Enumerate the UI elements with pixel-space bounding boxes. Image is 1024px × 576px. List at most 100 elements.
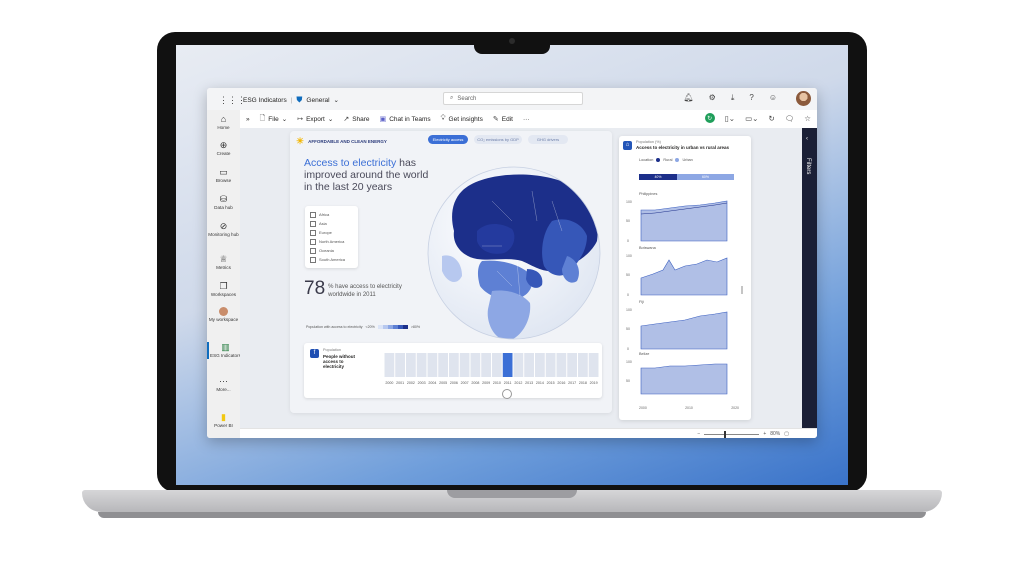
- year-label: 2016: [557, 381, 565, 385]
- year-bar: [481, 353, 491, 377]
- year-bar-chart[interactable]: 2000 2001 2002 2003 2004 2005 2006 2007 2008 2009…: [384, 351, 599, 389]
- workspace-name[interactable]: ESG Indicators: [243, 97, 287, 104]
- star-icon[interactable]: ☆: [804, 114, 811, 123]
- search-icon: ⌕: [450, 95, 454, 101]
- country-chart-philippines[interactable]: Philippines 100 50 0: [625, 192, 739, 246]
- bookmark-icon[interactable]: ▯⌄: [725, 114, 735, 123]
- region-option[interactable]: South America: [310, 255, 353, 264]
- year-bar: [545, 353, 556, 377]
- zoom-thumb[interactable]: [724, 430, 727, 438]
- help-icon[interactable]: ?: [749, 93, 753, 103]
- laptop-feet: [98, 512, 926, 518]
- nav-label: Workspaces: [210, 292, 237, 297]
- channel-name[interactable]: General: [306, 97, 329, 104]
- tab-electricity-access[interactable]: Electricity access: [428, 135, 468, 144]
- top-bar: ⋮⋮⋮ ESG Indicators | ⛊ General ⌄ ⌕ Searc…: [207, 88, 817, 111]
- export-menu[interactable]: ↦ Export ⌄: [297, 115, 333, 124]
- y-tick: 100: [626, 308, 632, 312]
- year-bar: [427, 353, 438, 377]
- zoom-in-icon[interactable]: +: [763, 431, 766, 437]
- zoom-out-icon[interactable]: −: [697, 431, 700, 437]
- scrollbar[interactable]: [741, 286, 743, 294]
- region-option[interactable]: Asia: [310, 219, 353, 228]
- search-input[interactable]: ⌕ Search: [443, 92, 583, 105]
- checkbox-icon: [310, 220, 316, 227]
- chevron-down-icon[interactable]: ⌄: [334, 96, 339, 104]
- nav-label: Monitoring hub: [208, 232, 239, 237]
- y-tick: 100: [626, 254, 632, 258]
- feedback-icon[interactable]: ☺: [769, 93, 777, 103]
- nav-monitoring-hub[interactable]: ⊘ Monitoring hub: [207, 221, 240, 238]
- file-menu[interactable]: 🗋︎ File ⌄: [260, 114, 288, 125]
- country-chart-fiji[interactable]: Fiji 100 50 0: [625, 300, 739, 354]
- get-insights-button[interactable]: 💡︎ Get insights: [441, 115, 483, 123]
- globe-map[interactable]: [422, 161, 607, 346]
- bell-icon[interactable]: 🔔︎: [684, 93, 694, 103]
- filters-pane[interactable]: ‹ Filters: [802, 128, 817, 428]
- laptop-base-notch: [447, 490, 577, 498]
- year-bar: [524, 353, 534, 377]
- edit-label: Edit: [501, 115, 513, 123]
- download-icon[interactable]: ⤓: [731, 93, 735, 103]
- edit-button[interactable]: ✎ Edit: [493, 115, 513, 124]
- headline-highlight: Access to electricity: [304, 157, 397, 169]
- year-label: 2004: [428, 381, 436, 385]
- region-option[interactable]: Oceania: [310, 246, 353, 255]
- y-tick: 0: [627, 347, 629, 351]
- nav-home[interactable]: ⌂ Home: [207, 114, 240, 131]
- view-icon[interactable]: ▭⌄: [745, 114, 758, 123]
- nav-esg-indicators[interactable]: ▥ ESG Indicators: [207, 342, 242, 359]
- people-without-access-card: f Population People without access to el…: [304, 343, 602, 399]
- more-options-button[interactable]: ···: [523, 116, 530, 123]
- y-tick: 0: [627, 239, 629, 243]
- share-button[interactable]: ↗ Share: [343, 115, 369, 124]
- region-option[interactable]: Europe: [310, 228, 353, 237]
- region-option[interactable]: North America: [310, 237, 353, 246]
- zoom-slider[interactable]: [704, 430, 760, 438]
- gear-icon[interactable]: ⚙: [709, 93, 716, 103]
- nav-my-workspace[interactable]: My workspace: [207, 307, 240, 323]
- nav-powerbi[interactable]: ▮ Power BI: [207, 412, 240, 429]
- area-chart: 100 50 0: [626, 308, 728, 351]
- y-tick: 50: [626, 327, 630, 331]
- nav-create[interactable]: ⊕ Create: [207, 140, 240, 157]
- region-label: North America: [319, 239, 345, 244]
- country-chart-belize[interactable]: Belize 100 50: [625, 352, 739, 406]
- refresh-icon[interactable]: ↻: [704, 113, 715, 123]
- zoom-control: − + 80% ▢: [697, 430, 789, 438]
- chat-in-teams-button[interactable]: ▣ Chat in Teams: [380, 115, 431, 124]
- card-title: People without access to electricity: [323, 354, 355, 369]
- export-label: Export: [306, 115, 325, 123]
- year-bar: [459, 353, 470, 377]
- year-label: 2000: [385, 381, 393, 385]
- nav-browse[interactable]: ▭ Browse: [207, 167, 240, 184]
- nav-metrics[interactable]: ♕ Metrics: [207, 254, 240, 271]
- tab-co2-emissions[interactable]: CO₂ emissions by GDP: [474, 135, 522, 144]
- region-option[interactable]: Africa: [310, 210, 353, 219]
- home-icon: ⌂: [220, 114, 227, 124]
- nav-label: More...: [216, 387, 231, 392]
- year-label: 2005: [439, 381, 447, 385]
- monitor-icon: ⊘: [219, 221, 228, 231]
- comment-icon[interactable]: 🗨︎: [785, 114, 795, 123]
- nav-data-hub[interactable]: ⛁ Data hub: [207, 194, 240, 211]
- tab-ghg-drivers[interactable]: GHG drivers: [528, 135, 568, 144]
- year-bar: [406, 353, 416, 377]
- reload-icon[interactable]: ↻: [768, 114, 774, 123]
- area-path: [640, 200, 728, 242]
- country-chart-botswana[interactable]: Botswana 100 50 0: [625, 246, 739, 300]
- expand-icon[interactable]: »: [246, 116, 250, 123]
- chevron-left-icon[interactable]: ‹: [806, 136, 808, 142]
- y-tick: 50: [626, 379, 630, 383]
- legend-max: >80%: [410, 325, 421, 329]
- electricity-stat: 78 % have access to electricity worldwid…: [304, 279, 408, 299]
- nav-workspaces[interactable]: ❐ Workspaces: [207, 281, 240, 298]
- region-label: Africa: [319, 212, 330, 217]
- nav-more[interactable]: ··· More...: [207, 376, 240, 393]
- fit-page-icon[interactable]: ▢: [784, 431, 789, 437]
- year-slider-handle[interactable]: [502, 389, 512, 399]
- nav-label: My workspace: [208, 317, 239, 322]
- avatar[interactable]: [796, 91, 811, 106]
- stat-text: % have access to electricity worldwide i…: [328, 284, 402, 298]
- app-launcher-icon[interactable]: ⋮⋮⋮: [219, 95, 246, 106]
